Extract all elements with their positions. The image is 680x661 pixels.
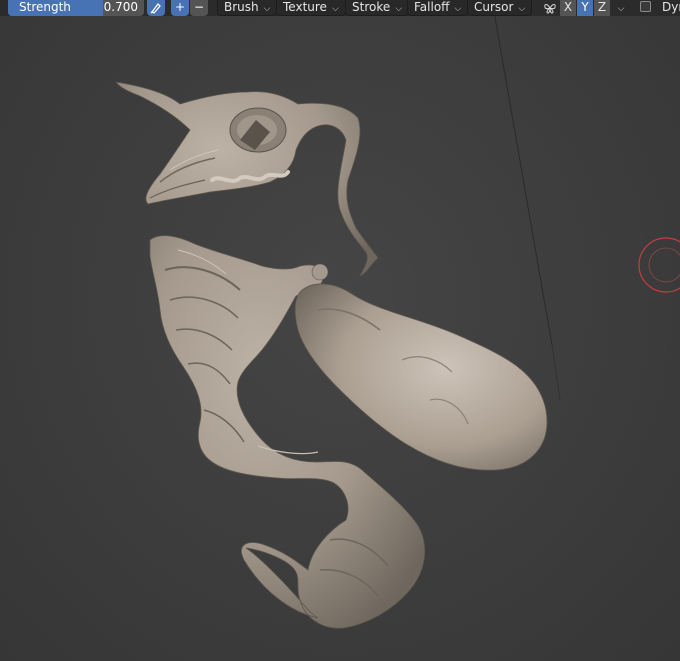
dyntopo-checkbox[interactable] — [640, 1, 651, 12]
direction-subtract-button[interactable]: − — [190, 0, 208, 16]
sculpt-scene — [115, 0, 680, 629]
stroke-menu-label: Stroke — [352, 0, 391, 14]
chevron-down-icon: ⌵ — [617, 4, 625, 14]
sculpt-header-toolbar: Strength 0.700 + − Brush ⌵ Texture ⌵ Strok… — [0, 0, 680, 16]
brush-menu-label: Brush — [224, 0, 259, 14]
falloff-menu-label: Falloff — [414, 0, 450, 14]
sculpt-body[interactable] — [149, 235, 425, 629]
axis-guide-line — [491, 0, 553, 346]
falloff-menu[interactable]: Falloff ⌵ — [407, 0, 469, 16]
butterfly-mirror-icon[interactable] — [541, 0, 559, 16]
chevron-down-icon: ⌵ — [331, 4, 339, 14]
chevron-down-icon: ⌵ — [518, 4, 526, 14]
mirror-axis-y-toggle[interactable]: Y — [577, 0, 593, 16]
cursor-menu[interactable]: Cursor ⌵ — [467, 0, 533, 16]
3d-viewport[interactable] — [0, 0, 680, 661]
strength-label: Strength — [19, 0, 71, 14]
chevron-down-icon: ⌵ — [454, 4, 462, 14]
brush-menu[interactable]: Brush ⌵ — [217, 0, 278, 16]
mirror-axis-z-toggle[interactable]: Z — [594, 0, 610, 16]
stroke-menu[interactable]: Stroke ⌵ — [345, 0, 410, 16]
chevron-down-icon: ⌵ — [263, 4, 271, 14]
symmetry-options-dropdown[interactable]: ⌵ — [613, 0, 629, 16]
chevron-down-icon: ⌵ — [395, 4, 403, 14]
cursor-menu-label: Cursor — [474, 0, 514, 14]
pen-pressure-icon — [150, 3, 161, 14]
pressure-toggle-button[interactable] — [147, 0, 165, 16]
brush-cursor-circle-icon[interactable] — [638, 237, 680, 293]
strength-value: 0.700 — [103, 0, 138, 14]
dyntopo-label: Dyn — [662, 0, 680, 14]
direction-add-button[interactable]: + — [171, 0, 189, 16]
mirror-axis-x-toggle[interactable]: X — [560, 0, 576, 16]
texture-menu[interactable]: Texture ⌵ — [276, 0, 346, 16]
texture-menu-label: Texture — [283, 0, 327, 14]
sculpt-sac[interactable] — [294, 263, 548, 471]
strength-slider[interactable]: Strength 0.700 — [8, 0, 144, 16]
